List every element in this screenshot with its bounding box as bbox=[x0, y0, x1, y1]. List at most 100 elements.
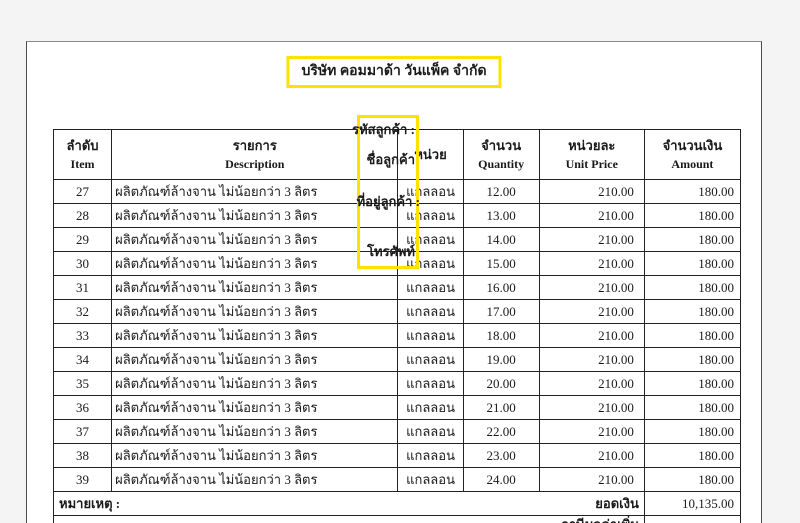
table-row: 38 ผลิตภัณฑ์ล้างจาน ไม่น้อยกว่า 3 ลิตร แ… bbox=[54, 444, 741, 468]
cell-description: ผลิตภัณฑ์ล้างจาน ไม่น้อยกว่า 3 ลิตร bbox=[112, 204, 398, 228]
total-row: หมายเหตุ : ยอดเงิน 10,135.00 bbox=[54, 492, 741, 516]
cell-item: 34 bbox=[54, 348, 112, 372]
cell-unit: แกลลอน bbox=[398, 396, 463, 420]
total-label: ยอดเงิน bbox=[595, 493, 639, 514]
cell-item: 39 bbox=[54, 468, 112, 492]
cell-description: ผลิตภัณฑ์ล้างจาน ไม่น้อยกว่า 3 ลิตร bbox=[112, 300, 398, 324]
table-row: 35 ผลิตภัณฑ์ล้างจาน ไม่น้อยกว่า 3 ลิตร แ… bbox=[54, 372, 741, 396]
cell-quantity: 16.00 bbox=[463, 276, 539, 300]
table-row: 34 ผลิตภัณฑ์ล้างจาน ไม่น้อยกว่า 3 ลิตร แ… bbox=[54, 348, 741, 372]
cell-description: ผลิตภัณฑ์ล้างจาน ไม่น้อยกว่า 3 ลิตร bbox=[112, 420, 398, 444]
cell-amount: 180.00 bbox=[644, 276, 740, 300]
cell-unit-price: 210.00 bbox=[539, 228, 644, 252]
header-unit-price: หน่วยละ Unit Price bbox=[539, 130, 644, 180]
cell-item: 28 bbox=[54, 204, 112, 228]
cell-description: ผลิตภัณฑ์ล้างจาน ไม่น้อยกว่า 3 ลิตร bbox=[112, 396, 398, 420]
cell-unit-price: 210.00 bbox=[539, 252, 644, 276]
vat-row-partial: ภาษีมูลค่าเพิ่ม bbox=[54, 516, 741, 523]
cell-amount: 180.00 bbox=[644, 324, 740, 348]
cell-unit: แกลลอน bbox=[398, 348, 463, 372]
cell-description: ผลิตภัณฑ์ล้างจาน ไม่น้อยกว่า 3 ลิตร bbox=[112, 372, 398, 396]
cell-unit: แกลลอน bbox=[398, 444, 463, 468]
vat-label: ภาษีมูลค่าเพิ่ม bbox=[560, 517, 639, 523]
cell-unit-price: 210.00 bbox=[539, 468, 644, 492]
cell-description: ผลิตภัณฑ์ล้างจาน ไม่น้อยกว่า 3 ลิตร bbox=[112, 180, 398, 204]
cell-quantity: 21.00 bbox=[463, 396, 539, 420]
cell-unit-price: 210.00 bbox=[539, 396, 644, 420]
cell-unit: แกลลอน bbox=[398, 300, 463, 324]
cell-unit-price: 210.00 bbox=[539, 276, 644, 300]
cell-quantity: 13.00 bbox=[463, 204, 539, 228]
cell-unit: แกลลอน bbox=[398, 420, 463, 444]
cell-amount: 180.00 bbox=[644, 180, 740, 204]
cell-quantity: 24.00 bbox=[463, 468, 539, 492]
cell-quantity: 18.00 bbox=[463, 324, 539, 348]
company-title: บริษัท คอมมาด้า วันแพ็ค จำกัด bbox=[301, 64, 486, 79]
company-title-highlight-box: บริษัท คอมมาด้า วันแพ็ค จำกัด bbox=[286, 56, 501, 88]
cell-unit-price: 210.00 bbox=[539, 180, 644, 204]
document-page: บริษัท คอมมาด้า วันแพ็ค จำกัด ลำดับ Item… bbox=[26, 41, 762, 523]
cell-unit: แกลลอน bbox=[398, 324, 463, 348]
header-quantity: จำนวน Quantity bbox=[463, 130, 539, 180]
cell-unit: แกลลอน bbox=[398, 468, 463, 492]
cell-item: 27 bbox=[54, 180, 112, 204]
cell-unit: แกลลอน bbox=[398, 372, 463, 396]
table-row: 33 ผลิตภัณฑ์ล้างจาน ไม่น้อยกว่า 3 ลิตร แ… bbox=[54, 324, 741, 348]
customer-address-label: ที่อยู่ลูกค้า : bbox=[357, 194, 420, 210]
cell-item: 31 bbox=[54, 276, 112, 300]
cell-description: ผลิตภัณฑ์ล้างจาน ไม่น้อยกว่า 3 ลิตร bbox=[112, 228, 398, 252]
customer-code-label: รหัสลูกค้า : bbox=[352, 122, 415, 138]
cell-quantity: 23.00 bbox=[463, 444, 539, 468]
cell-amount: 180.00 bbox=[644, 300, 740, 324]
cell-amount: 180.00 bbox=[644, 468, 740, 492]
note-and-total-cell: หมายเหตุ : ยอดเงิน bbox=[54, 492, 645, 516]
cell-amount: 180.00 bbox=[644, 372, 740, 396]
cell-amount: 180.00 bbox=[644, 396, 740, 420]
cell-item: 33 bbox=[54, 324, 112, 348]
customer-phone-label: โทรศัพท์ bbox=[367, 244, 415, 260]
cell-item: 30 bbox=[54, 252, 112, 276]
cell-item: 37 bbox=[54, 420, 112, 444]
vat-amount-cell bbox=[644, 516, 740, 523]
cell-description: ผลิตภัณฑ์ล้างจาน ไม่น้อยกว่า 3 ลิตร bbox=[112, 276, 398, 300]
cell-unit: แกลลอน bbox=[398, 276, 463, 300]
cell-item: 38 bbox=[54, 444, 112, 468]
cell-unit-price: 210.00 bbox=[539, 204, 644, 228]
cell-amount: 180.00 bbox=[644, 252, 740, 276]
cell-unit-price: 210.00 bbox=[539, 300, 644, 324]
cell-item: 36 bbox=[54, 396, 112, 420]
table-row: 31 ผลิตภัณฑ์ล้างจาน ไม่น้อยกว่า 3 ลิตร แ… bbox=[54, 276, 741, 300]
cell-quantity: 20.00 bbox=[463, 372, 539, 396]
cell-amount: 180.00 bbox=[644, 228, 740, 252]
cell-description: ผลิตภัณฑ์ล้างจาน ไม่น้อยกว่า 3 ลิตร bbox=[112, 348, 398, 372]
note-label: หมายเหตุ : bbox=[59, 493, 120, 514]
cell-quantity: 15.00 bbox=[463, 252, 539, 276]
cell-amount: 180.00 bbox=[644, 444, 740, 468]
cell-quantity: 12.00 bbox=[463, 180, 539, 204]
cell-unit-price: 210.00 bbox=[539, 324, 644, 348]
table-row: 36 ผลิตภัณฑ์ล้างจาน ไม่น้อยกว่า 3 ลิตร แ… bbox=[54, 396, 741, 420]
cell-amount: 180.00 bbox=[644, 204, 740, 228]
header-amount: จำนวนเงิน Amount bbox=[644, 130, 740, 180]
table-row: 39 ผลิตภัณฑ์ล้างจาน ไม่น้อยกว่า 3 ลิตร แ… bbox=[54, 468, 741, 492]
cell-unit-price: 210.00 bbox=[539, 444, 644, 468]
header-item: ลำดับ Item bbox=[54, 130, 112, 180]
cell-quantity: 17.00 bbox=[463, 300, 539, 324]
total-amount: 10,135.00 bbox=[644, 492, 740, 516]
cell-quantity: 14.00 bbox=[463, 228, 539, 252]
table-row: 37 ผลิตภัณฑ์ล้างจาน ไม่น้อยกว่า 3 ลิตร แ… bbox=[54, 420, 741, 444]
cell-description: ผลิตภัณฑ์ล้างจาน ไม่น้อยกว่า 3 ลิตร bbox=[112, 252, 398, 276]
cell-unit-price: 210.00 bbox=[539, 372, 644, 396]
cell-quantity: 22.00 bbox=[463, 420, 539, 444]
cell-description: ผลิตภัณฑ์ล้างจาน ไม่น้อยกว่า 3 ลิตร bbox=[112, 444, 398, 468]
customer-name-label: ชื่อลูกค้า bbox=[367, 152, 415, 168]
cell-unit-price: 210.00 bbox=[539, 348, 644, 372]
cell-quantity: 19.00 bbox=[463, 348, 539, 372]
cell-item: 32 bbox=[54, 300, 112, 324]
cell-unit-price: 210.00 bbox=[539, 420, 644, 444]
cell-description: ผลิตภัณฑ์ล้างจาน ไม่น้อยกว่า 3 ลิตร bbox=[112, 324, 398, 348]
cell-amount: 180.00 bbox=[644, 420, 740, 444]
cell-item: 35 bbox=[54, 372, 112, 396]
table-row: 32 ผลิตภัณฑ์ล้างจาน ไม่น้อยกว่า 3 ลิตร แ… bbox=[54, 300, 741, 324]
cell-item: 29 bbox=[54, 228, 112, 252]
